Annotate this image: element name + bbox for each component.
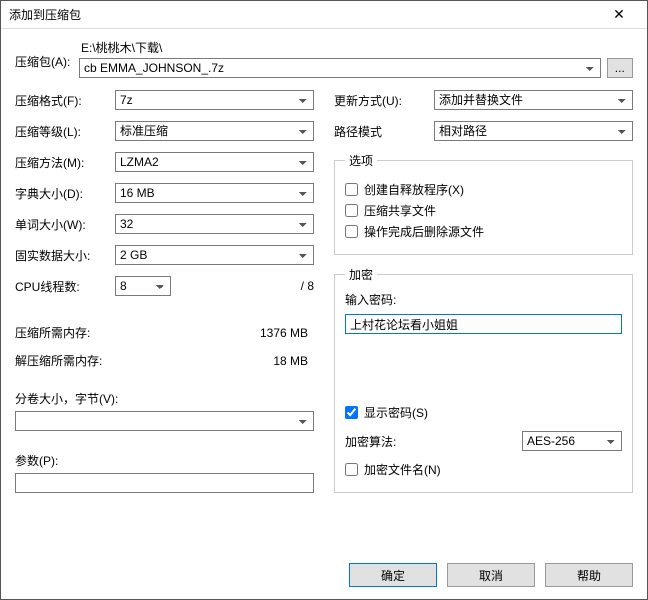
help-button[interactable]: 帮助: [545, 563, 633, 587]
pathmode-label: 路径模式: [334, 123, 428, 140]
button-bar: 确定 取消 帮助: [1, 553, 647, 599]
cpu-label: CPU线程数:: [15, 278, 109, 295]
encrypt-legend: 加密: [345, 266, 377, 283]
delete-checkbox[interactable]: [345, 225, 358, 238]
memcomp-value: 1376 MB: [115, 326, 314, 340]
sfx-checkbox[interactable]: [345, 183, 358, 196]
window-title: 添加到压缩包: [9, 6, 599, 23]
memdecomp-label: 解压缩所需内存:: [15, 352, 109, 369]
update-label: 更新方式(U):: [334, 92, 428, 109]
archive-path: E:\桃桃木\下载\: [79, 39, 633, 58]
word-select[interactable]: 32: [115, 214, 314, 234]
delete-check-row[interactable]: 操作完成后删除源文件: [345, 223, 622, 240]
split-label: 分卷大小，字节(V):: [15, 390, 314, 407]
cpu-max: / 8: [301, 279, 314, 293]
browse-button[interactable]: ...: [607, 58, 633, 78]
params-input[interactable]: [15, 473, 314, 493]
split-select[interactable]: [15, 411, 314, 431]
showpwd-check-row[interactable]: 显示密码(S): [345, 404, 622, 421]
encnames-check-row[interactable]: 加密文件名(N): [345, 461, 622, 478]
two-col: 压缩格式(F): 7z 压缩等级(L): 标准压缩 压缩方法(M): LZMA2 字典…: [15, 90, 633, 493]
format-label: 压缩格式(F):: [15, 92, 109, 109]
archive-label: 压缩包(A):: [15, 39, 71, 70]
shared-checkbox[interactable]: [345, 204, 358, 217]
algo-select[interactable]: AES-256: [522, 431, 622, 451]
options-fieldset: 选项 创建自释放程序(X) 压缩共享文件 操作完成后删除源文件: [334, 152, 633, 255]
word-label: 单词大小(W):: [15, 216, 109, 233]
cancel-button[interactable]: 取消: [447, 563, 535, 587]
level-label: 压缩等级(L):: [15, 123, 109, 140]
password-input[interactable]: [345, 314, 622, 334]
encnames-checkbox[interactable]: [345, 463, 358, 476]
left-col: 压缩格式(F): 7z 压缩等级(L): 标准压缩 压缩方法(M): LZMA2 字典…: [15, 90, 314, 493]
options-legend: 选项: [345, 152, 377, 169]
params-label: 参数(P):: [15, 452, 314, 469]
close-icon[interactable]: ✕: [599, 6, 639, 23]
algo-label: 加密算法:: [345, 433, 396, 450]
archive-filename-select[interactable]: cb EMMA_JOHNSON_.7z: [79, 58, 601, 78]
pathmode-select[interactable]: 相对路径: [434, 121, 633, 141]
archive-row: 压缩包(A): E:\桃桃木\下载\ cb EMMA_JOHNSON_.7z .…: [15, 39, 633, 78]
sfx-check-row[interactable]: 创建自释放程序(X): [345, 181, 622, 198]
content: 压缩包(A): E:\桃桃木\下载\ cb EMMA_JOHNSON_.7z .…: [1, 29, 647, 553]
dict-label: 字典大小(D):: [15, 185, 109, 202]
showpwd-checkbox[interactable]: [345, 406, 358, 419]
memdecomp-value: 18 MB: [115, 354, 314, 368]
method-select[interactable]: LZMA2: [115, 152, 314, 172]
ok-button[interactable]: 确定: [349, 563, 437, 587]
cpu-select[interactable]: 8: [115, 276, 171, 296]
titlebar: 添加到压缩包 ✕: [1, 1, 647, 29]
level-select[interactable]: 标准压缩: [115, 121, 314, 141]
dict-select[interactable]: 16 MB: [115, 183, 314, 203]
encrypt-fieldset: 加密 输入密码: 显示密码(S) 加密算法: AES-256 加密文件名(N): [334, 266, 633, 493]
solid-select[interactable]: 2 GB: [115, 245, 314, 265]
memcomp-label: 压缩所需内存:: [15, 324, 109, 341]
format-select[interactable]: 7z: [115, 90, 314, 110]
pwd-label: 输入密码:: [345, 291, 622, 308]
shared-check-row[interactable]: 压缩共享文件: [345, 202, 622, 219]
right-col: 更新方式(U): 添加并替换文件 路径模式相对路径 选项 创建自释放程序(X) 压…: [334, 90, 633, 493]
update-select[interactable]: 添加并替换文件: [434, 90, 633, 110]
archive-paths: E:\桃桃木\下载\ cb EMMA_JOHNSON_.7z ...: [79, 39, 633, 78]
solid-label: 固实数据大小:: [15, 247, 109, 264]
method-label: 压缩方法(M):: [15, 154, 109, 171]
